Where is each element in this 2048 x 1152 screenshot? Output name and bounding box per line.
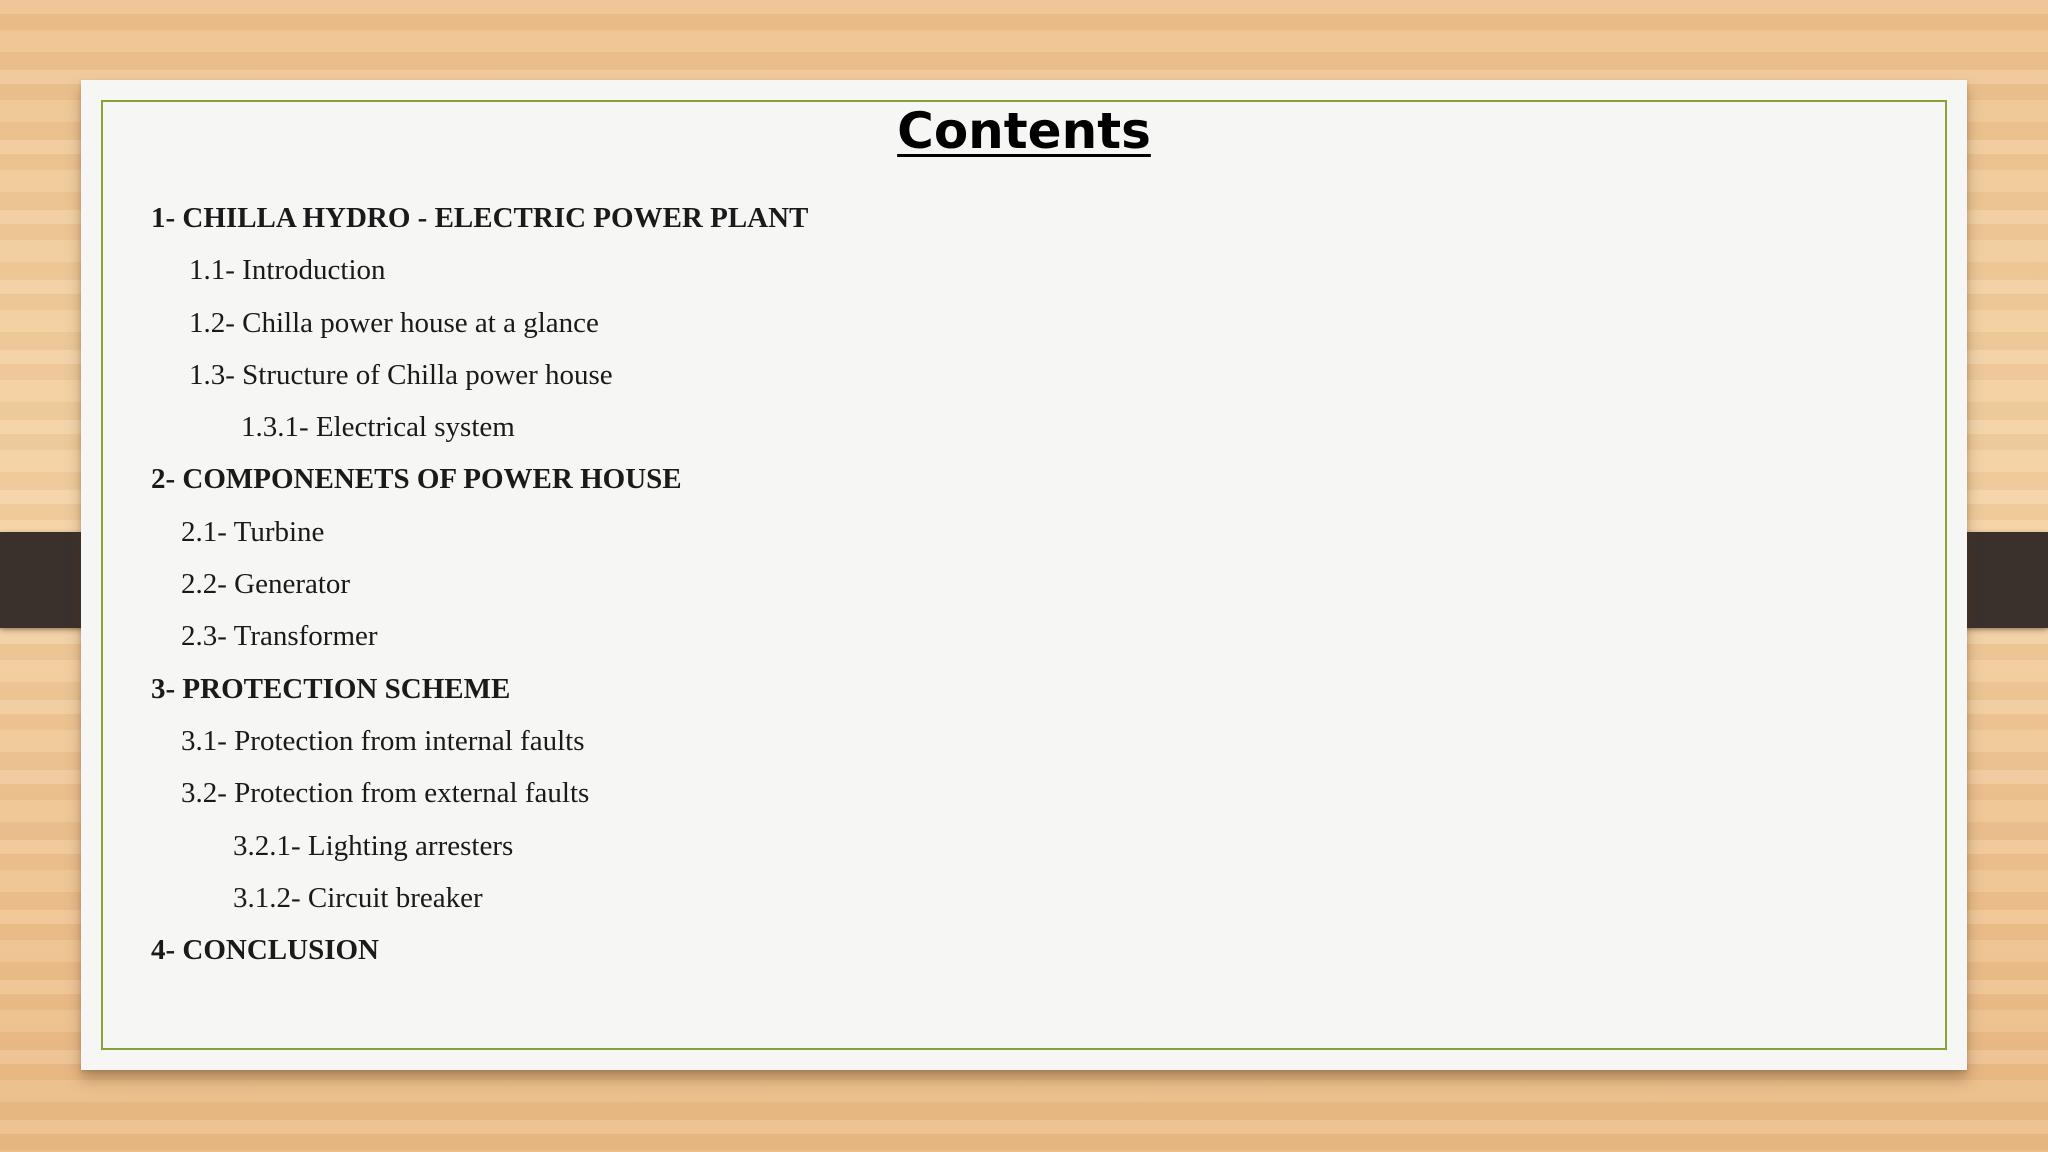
toc-item-1-3-1: 1.3.1- Electrical system — [241, 411, 515, 444]
toc-section-2: 2- COMPONENETS OF POWER HOUSE — [151, 463, 682, 496]
toc-item-2-1: 2.1- Turbine — [181, 515, 325, 548]
toc-section-3: 3- PROTECTION SCHEME — [151, 672, 511, 705]
toc-section-4: 4- CONCLUSION — [151, 934, 379, 967]
slide-paper: Contents 1- CHILLA HYDRO - ELECTRIC POWE… — [81, 80, 1967, 1070]
toc-item-3-2-1: 3.2.1- Lighting arresters — [233, 829, 514, 862]
toc-item-3-1: 3.1- Protection from internal faults — [181, 724, 585, 757]
toc-item-3-2: 3.2- Protection from external faults — [181, 777, 590, 810]
contents-list: 1- CHILLA HYDRO - ELECTRIC POWER PLANT 1… — [151, 192, 808, 976]
toc-item-1-2: 1.2- Chilla power house at a glance — [189, 306, 599, 339]
toc-item-1-1: 1.1- Introduction — [189, 254, 386, 287]
toc-item-2-2: 2.2- Generator — [181, 568, 351, 601]
toc-item-1-3: 1.3- Structure of Chilla power house — [189, 358, 613, 391]
toc-item-3-1-2: 3.1.2- Circuit breaker — [233, 881, 483, 914]
slide-title: Contents — [897, 102, 1151, 160]
toc-item-2-3: 2.3- Transformer — [181, 620, 378, 653]
toc-section-1: 1- CHILLA HYDRO - ELECTRIC POWER PLANT — [151, 202, 809, 234]
